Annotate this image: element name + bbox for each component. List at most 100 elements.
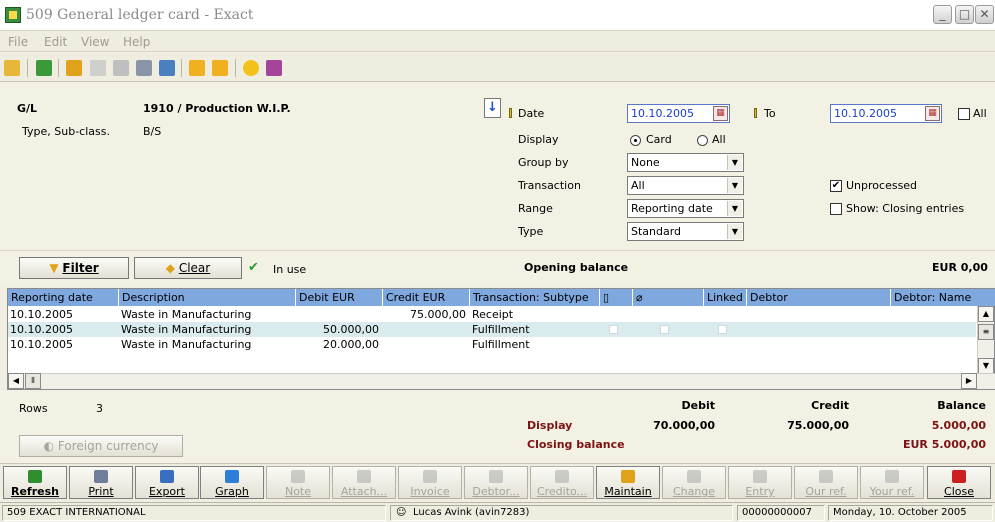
- sort-down-icon[interactable]: ↓: [484, 98, 501, 118]
- closing-entries-checkbox[interactable]: [830, 203, 842, 215]
- minimize-button[interactable]: _: [933, 5, 952, 24]
- maintain-button[interactable]: Maintain: [596, 466, 660, 499]
- groupby-select[interactable]: None ▼: [627, 153, 744, 172]
- col-debtor[interactable]: Debtor: [747, 289, 891, 306]
- table-row[interactable]: 10.10.2005 Waste in Manufacturing 50.000…: [8, 322, 976, 337]
- attach-icon[interactable]: [113, 60, 129, 76]
- maintain-icon[interactable]: [66, 60, 82, 76]
- chevron-down-icon[interactable]: ▼: [727, 178, 742, 193]
- note-checkbox[interactable]: [609, 325, 618, 334]
- invoice-icon: [423, 470, 437, 483]
- display-all-radio[interactable]: [697, 135, 708, 146]
- col-subtype[interactable]: Transaction: Subtype: [470, 289, 600, 306]
- menu-edit[interactable]: Edit: [44, 35, 67, 49]
- attach-button[interactable]: Attach...: [332, 466, 396, 499]
- print-icon[interactable]: [136, 60, 152, 76]
- date-to-field[interactable]: 10.10.2005 ▦: [830, 104, 942, 123]
- col-debtor-name[interactable]: Debtor: Name: [891, 289, 995, 306]
- range-select[interactable]: Reporting date ▼: [627, 199, 744, 218]
- note-button[interactable]: Note: [266, 466, 330, 499]
- scroll-left-icon[interactable]: ◀: [8, 373, 24, 389]
- display-card-radio[interactable]: [630, 135, 641, 146]
- menu-bar: File Edit View Help: [0, 32, 995, 52]
- export-label: Export: [148, 485, 185, 498]
- type-subclass-label: Type, Sub-class.: [22, 125, 110, 138]
- table-row[interactable]: 10.10.2005 Waste in Manufacturing 20.000…: [8, 337, 976, 352]
- col-debit[interactable]: Debit EUR: [296, 289, 383, 306]
- clear-button[interactable]: ◆ Clear: [134, 257, 242, 279]
- note-icon: [291, 470, 305, 483]
- close-window-button[interactable]: ✕: [975, 5, 994, 24]
- debtor-label: Debtor...: [472, 485, 520, 498]
- currency-icon[interactable]: [243, 60, 259, 76]
- display-all-label: All: [712, 133, 726, 146]
- calendar-icon[interactable]: ▦: [925, 106, 940, 121]
- your-ref-button[interactable]: Your ref.: [860, 466, 924, 499]
- chevron-down-icon[interactable]: ▼: [727, 201, 742, 216]
- maximize-button[interactable]: □: [955, 5, 974, 24]
- creditor-button[interactable]: Credito...: [530, 466, 594, 499]
- graph-button[interactable]: Graph: [200, 466, 264, 499]
- refresh-icon[interactable]: [36, 60, 52, 76]
- rows-value: 3: [96, 402, 103, 415]
- close-button[interactable]: Close: [927, 466, 991, 499]
- print-button[interactable]: Print: [69, 466, 133, 499]
- type-select[interactable]: Standard ▼: [627, 222, 744, 241]
- date-from-field[interactable]: 10.10.2005 ▦: [627, 104, 730, 123]
- status-user-value: Lucas Avink (avin7283): [413, 507, 530, 518]
- note-label: Note: [284, 485, 312, 498]
- col-credit[interactable]: Credit EUR: [383, 289, 470, 306]
- closing-entries-label: Show: Closing entries: [846, 202, 965, 215]
- transaction-select[interactable]: All ▼: [627, 176, 744, 195]
- foreign-currency-button[interactable]: ◐ Foreign currency: [19, 435, 183, 457]
- opening-balance-value: EUR 0,00: [932, 261, 988, 274]
- calendar-icon[interactable]: ▦: [713, 106, 728, 121]
- toolbar-separator: [58, 59, 59, 77]
- open-folder-icon[interactable]: [4, 60, 20, 76]
- note-icon[interactable]: [90, 60, 106, 76]
- arrow-down-icon[interactable]: [212, 60, 228, 76]
- all-checkbox[interactable]: [958, 108, 970, 120]
- menu-file[interactable]: File: [8, 35, 28, 49]
- scroll-up-icon[interactable]: ▲: [978, 306, 994, 322]
- table-row[interactable]: 10.10.2005 Waste in Manufacturing 75.000…: [8, 307, 976, 322]
- col-description[interactable]: Description: [119, 289, 296, 306]
- linked-checkbox[interactable]: [718, 325, 727, 334]
- export-icon[interactable]: [159, 60, 175, 76]
- entry-button[interactable]: Entry: [728, 466, 792, 499]
- scroll-thumb[interactable]: ≡: [978, 324, 994, 340]
- chevron-down-icon[interactable]: ▼: [727, 224, 742, 239]
- change-icon: [687, 470, 701, 483]
- col-reporting-date[interactable]: Reporting date: [8, 289, 119, 306]
- maintain-label: Maintain: [604, 485, 652, 498]
- arrow-up-icon[interactable]: [189, 60, 205, 76]
- our-ref-button[interactable]: Our ref.: [794, 466, 858, 499]
- menu-help[interactable]: Help: [123, 35, 150, 49]
- scroll-right-icon[interactable]: ▶: [961, 373, 977, 389]
- filter-button[interactable]: ▼ Filter: [19, 257, 129, 279]
- invoice-button[interactable]: Invoice: [398, 466, 462, 499]
- export-button[interactable]: Export: [135, 466, 199, 499]
- scroll-h-thumb[interactable]: ⦀: [25, 373, 41, 389]
- debtor-icon: [489, 470, 503, 483]
- status-user: ☺ Lucas Avink (avin7283): [390, 505, 733, 521]
- display-debit-value: 70.000,00: [653, 419, 715, 432]
- chevron-down-icon[interactable]: ▼: [727, 155, 742, 170]
- book-icon[interactable]: [266, 60, 282, 76]
- horizontal-scrollbar[interactable]: ◀ ⦀ ▶: [8, 373, 995, 389]
- menu-view[interactable]: View: [81, 35, 109, 49]
- groupby-value: None: [631, 156, 660, 169]
- col-attachment[interactable]: ⌀: [633, 289, 704, 306]
- debtor-button[interactable]: Debtor...: [464, 466, 528, 499]
- graph-label: Graph: [215, 485, 249, 498]
- cell-credit: 75.000,00: [410, 308, 466, 321]
- col-linked[interactable]: Linked: [704, 289, 747, 306]
- attach-checkbox[interactable]: [660, 325, 669, 334]
- in-use-label: In use: [273, 263, 307, 276]
- vertical-scrollbar[interactable]: ▲ ≡ ▼: [977, 306, 994, 375]
- unprocessed-checkbox[interactable]: ✔: [830, 180, 842, 192]
- scroll-down-icon[interactable]: ▼: [978, 358, 994, 374]
- change-button[interactable]: Change: [662, 466, 726, 499]
- refresh-button[interactable]: Refresh: [3, 466, 67, 499]
- col-note[interactable]: ▯: [600, 289, 633, 306]
